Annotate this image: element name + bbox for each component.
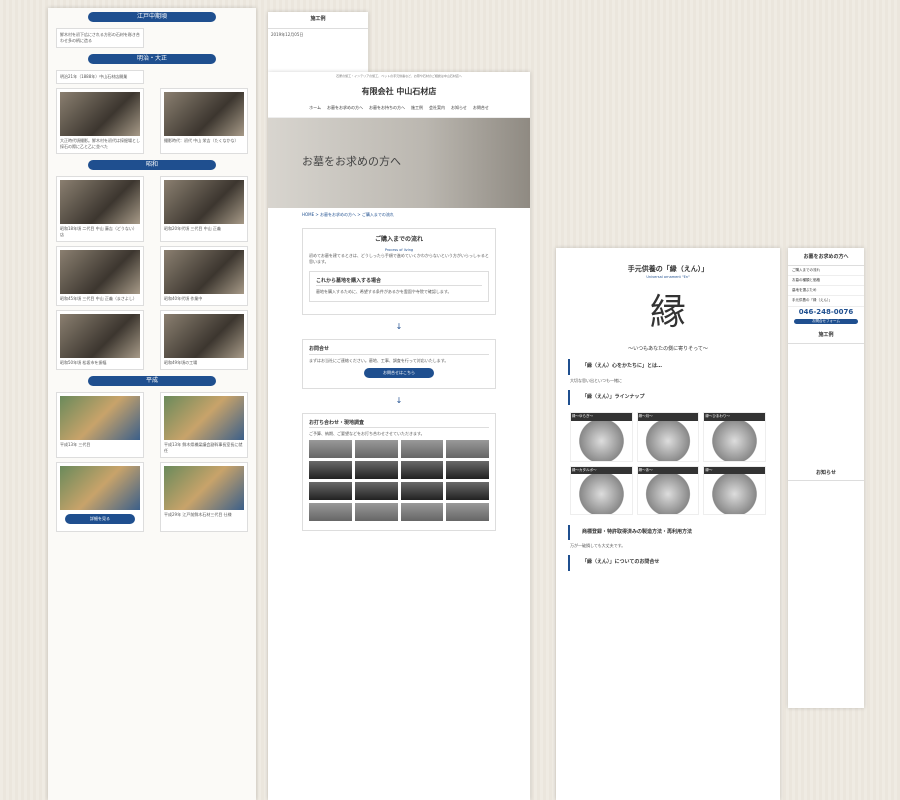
hero-banner: お墓をお求めの方へ (268, 117, 530, 208)
magazine-photo (60, 466, 140, 510)
sidebar-item[interactable]: お墓の種類と価格 (788, 276, 864, 286)
timeline-card: 平成13年 三代目 (56, 392, 144, 458)
historic-photo (60, 250, 140, 294)
sidebar: お墓をお求めの方へ ご購入までの流れ お墓の種類と価格 墓地を選ぶため 手元供養… (788, 248, 864, 708)
detail-button[interactable]: 詳細を見る (65, 514, 135, 524)
timeline-card: 昭和40年代頃 作業中 (160, 246, 248, 306)
tagline: 〜いつもあなたの側に寄りそって〜 (628, 345, 708, 352)
nav-works[interactable]: 施工例 (411, 105, 423, 111)
sidebar-works-title: 施工例 (788, 326, 864, 344)
product-subtitle: Universal ornament "En" (646, 274, 690, 279)
sidebar-menu: ご購入までの流れ お墓の種類と価格 墓地を選ぶため 手元供養の「縁（えん）」 (788, 266, 864, 307)
top-bar: 石屋の施工・インテリアの施工、ペットの手元供養など、お墓や石材のご相談は中山石材… (336, 74, 462, 78)
patent-heading: 商標登録・特許取得済みの製造方法・再利用方法 (568, 524, 768, 541)
historic-photo (60, 92, 140, 136)
flow-text: 初めてお墓を建てるときは、どうしったら手順で進めていくかわからないという方がいら… (309, 252, 489, 264)
chevron-down-icon: ↓ (395, 395, 403, 405)
historic-photo (60, 396, 140, 440)
news-date: 2019年12月05日 (271, 31, 304, 37)
nav-contact[interactable]: お問合せ (473, 105, 489, 111)
product-item[interactable]: 縁〜あ〜 (636, 465, 700, 515)
timeline-card: 鮮木村を初下広にされる方形の石材を彫き合わせ多の柄に造る (56, 28, 144, 48)
contact-section: お問合せ まずはお当社にご連絡ください。墓地、工事、調査を行って対応いたします。… (302, 339, 496, 389)
lineup-heading: 「縁（えん）」ラインナップ (568, 389, 768, 406)
product-item[interactable]: 縁〜カタルボ〜 (570, 465, 633, 515)
flow-title: ご購入までの流れ (374, 235, 423, 243)
timeline-card: 平成29年 江戸前鮮木石材三代目 仕様 (160, 462, 248, 532)
nav-seeking[interactable]: お墓をお求めの方へ (327, 105, 363, 111)
sidebar-item[interactable]: 墓地を選ぶため (788, 286, 864, 297)
hero-title: お墓をお求めの方へ (302, 154, 401, 168)
historic-photo (164, 92, 244, 136)
timeline-card: 大正時代頃撮影。鮮木村を初代は採掘場とし採石の際に乙と乙に並べた (56, 88, 144, 154)
stone-option-gallery (309, 503, 489, 522)
en-logo: 縁 (649, 291, 686, 333)
historic-photo (164, 180, 244, 224)
era-heisei: 平成 (88, 376, 216, 386)
timeline-card: 明治21年（1888年）中山石材店開業 (56, 70, 144, 84)
history-timeline-panel: 江戸中期頃 鮮木村を初下広にされる方形の石材を彫き合わせ多の柄に造る 明治・大正… (48, 8, 256, 800)
nav-owning[interactable]: お墓をお持ちの方へ (369, 105, 405, 111)
meeting-title: お打ち合わせ・現地調査 (309, 420, 489, 429)
timeline-card: 撮影時代：初代 中山 栄吉（たくなかな） (160, 88, 248, 154)
contact-form-button[interactable]: お問合せフォーム (794, 319, 858, 325)
historic-photo (164, 250, 244, 294)
timeline-card: 昭和20年代頃 三代目 中山 正義 (160, 176, 248, 242)
plot-text: 墓地を購入するために、希望する条件があるかを霊園や寺院で確認します。 (316, 289, 452, 295)
era-showa: 昭和 (88, 160, 216, 170)
lineup-grid: 縁〜ゆらぎ〜 縁〜月〜 縁〜ひまわり〜 縁〜カタルボ〜 縁〜あ〜 縁〜 (556, 408, 780, 519)
contact-title: お問合せ (309, 346, 489, 355)
product-item[interactable]: 縁〜 (703, 465, 766, 515)
purchase-flow-page: 石屋の施工・インテリアの施工、ペットの手元供養など、お墓や石材のご相談は中山石材… (268, 72, 530, 800)
breadcrumb[interactable]: HOME > お墓をお求めの方へ > ご購入までの流れ (268, 208, 530, 222)
stone-material-gallery (309, 482, 489, 501)
timeline-card: 昭和50年頃 松坂市を振幅 (56, 310, 144, 370)
product-title: 手元供養の「縁（えん）」 (627, 264, 709, 273)
era-meiji: 明治・大正 (88, 54, 216, 64)
flow-section: ご購入までの流れ Process of living 初めてお墓を建てるときは、… (302, 227, 496, 316)
sidebar-title: お墓をお求めの方へ (788, 248, 864, 266)
historic-photo (60, 314, 140, 358)
patent-text: 万が一破損しても大丈夫です。 (570, 543, 626, 549)
sidebar-item[interactable]: ご購入までの流れ (788, 266, 864, 276)
timeline-card: 平成13年 鮮木県橋梁議会副幹事長室長に就任 (160, 392, 248, 458)
era-edo: 江戸中期頃 (88, 12, 216, 22)
meeting-text: ご予算、納期、ご要望などをお打ち合わせさせていただきます。 (309, 431, 425, 437)
historic-photo (60, 180, 140, 224)
en-product-page: 手元供養の「縁（えん）」 Universal ornament "En" 縁 〜… (556, 248, 780, 800)
timeline-card: 昭和45年頃 三代目 中山 正義（まさよし） (56, 246, 144, 306)
meeting-section: お打ち合わせ・現地調査 ご予算、納期、ご要望などをお打ち合わせさせていただきます… (302, 412, 496, 532)
historic-photo (164, 396, 244, 440)
contact-text: まずはお当社にご連絡ください。墓地、工事、調査を行って対応いたします。 (309, 357, 449, 363)
product-item[interactable]: 縁〜ひまわり〜 (703, 412, 766, 462)
concept-text: 大切な思い出といつも一緒に (570, 377, 622, 383)
nav-news[interactable]: お知らせ (451, 105, 467, 111)
timeline-card: 昭和18年頃 二代目 中山 藤吉（どうない）店 (56, 176, 144, 242)
timeline-card: 詳細を見る (56, 462, 144, 532)
sidebar-item[interactable]: 手元供養の「縁（えん）」 (788, 296, 864, 307)
site-logo[interactable]: 有限会社 中山石材店 (268, 81, 530, 99)
news-strip: 施工例 2019年12月05日 (268, 12, 368, 72)
nav-company[interactable]: 会社案内 (429, 105, 445, 111)
chevron-down-icon: ↓ (395, 322, 403, 332)
sidebar-news-title: お知らせ (788, 464, 864, 482)
nav-home[interactable]: ホーム (309, 105, 321, 111)
timeline-card: 昭和49年頃の工場 (160, 310, 248, 370)
plot-title: これから墓地を購入する場合 (316, 278, 482, 287)
stone-material-gallery (309, 461, 489, 480)
stone-style-gallery (309, 440, 489, 459)
historic-photo (164, 466, 244, 510)
concept-heading: 「縁（えん）心をかたちに」とは… (568, 359, 768, 375)
global-nav: ホーム お墓をお求めの方へ お墓をお持ちの方へ 施工例 会社案内 お知らせ お問… (268, 99, 530, 118)
contact-button[interactable]: お問合せはこちら (364, 367, 434, 378)
product-item[interactable]: 縁〜ゆらぎ〜 (570, 412, 633, 462)
product-item[interactable]: 縁〜月〜 (636, 412, 700, 462)
historic-photo (164, 314, 244, 358)
plot-box: これから墓地を購入する場合 墓地を購入するために、希望する条件があるかを霊園や寺… (309, 270, 489, 303)
phone-number[interactable]: 046-248-0076 (788, 307, 864, 318)
news-title: 施工例 (268, 12, 368, 29)
inquiry-heading: 「縁（えん）」についてのお問合せ (568, 555, 768, 571)
